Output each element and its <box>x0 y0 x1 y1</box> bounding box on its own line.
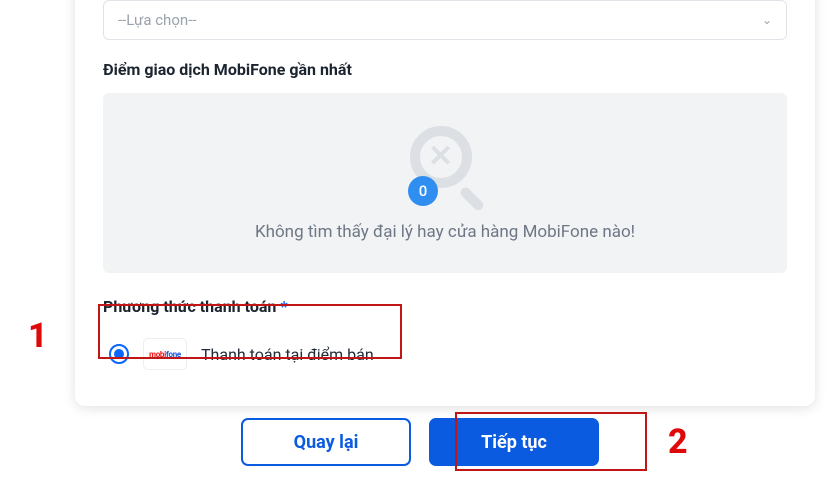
action-buttons: Quay lại Tiếp tục <box>0 418 840 466</box>
mobifone-logo: mobifone <box>143 338 187 370</box>
nearest-store-label: Điểm giao dịch MobiFone gần nhất <box>103 60 787 79</box>
form-card: --Lựa chọn-- ⌄ Điểm giao dịch MobiFone g… <box>75 0 815 406</box>
empty-results-message: Không tìm thấy đại lý hay cửa hàng MobiF… <box>255 222 635 242</box>
payment-option-pos[interactable]: mobifone Thanh toán tại điểm bán <box>103 330 787 378</box>
annotation-number-2: 2 <box>668 422 688 462</box>
required-indicator: * <box>280 297 287 316</box>
continue-button[interactable]: Tiếp tục <box>429 418 599 466</box>
radio-selected-icon <box>109 344 129 364</box>
chevron-down-icon: ⌄ <box>762 13 772 27</box>
payment-method-text: Phương thức thanh toán <box>103 297 276 316</box>
payment-option-label: Thanh toán tại điểm bán <box>201 345 374 364</box>
result-count-badge: 0 <box>408 176 438 206</box>
empty-results-panel: ✕ 0 Không tìm thấy đại lý hay cửa hàng M… <box>103 93 787 273</box>
back-button[interactable]: Quay lại <box>241 418 411 466</box>
location-select[interactable]: --Lựa chọn-- ⌄ <box>103 0 787 40</box>
payment-method-label: Phương thức thanh toán * <box>103 297 787 316</box>
annotation-number-1: 1 <box>28 316 48 356</box>
location-select-placeholder: --Lựa chọn-- <box>118 11 196 29</box>
magnifier-icon: ✕ 0 <box>400 124 490 214</box>
